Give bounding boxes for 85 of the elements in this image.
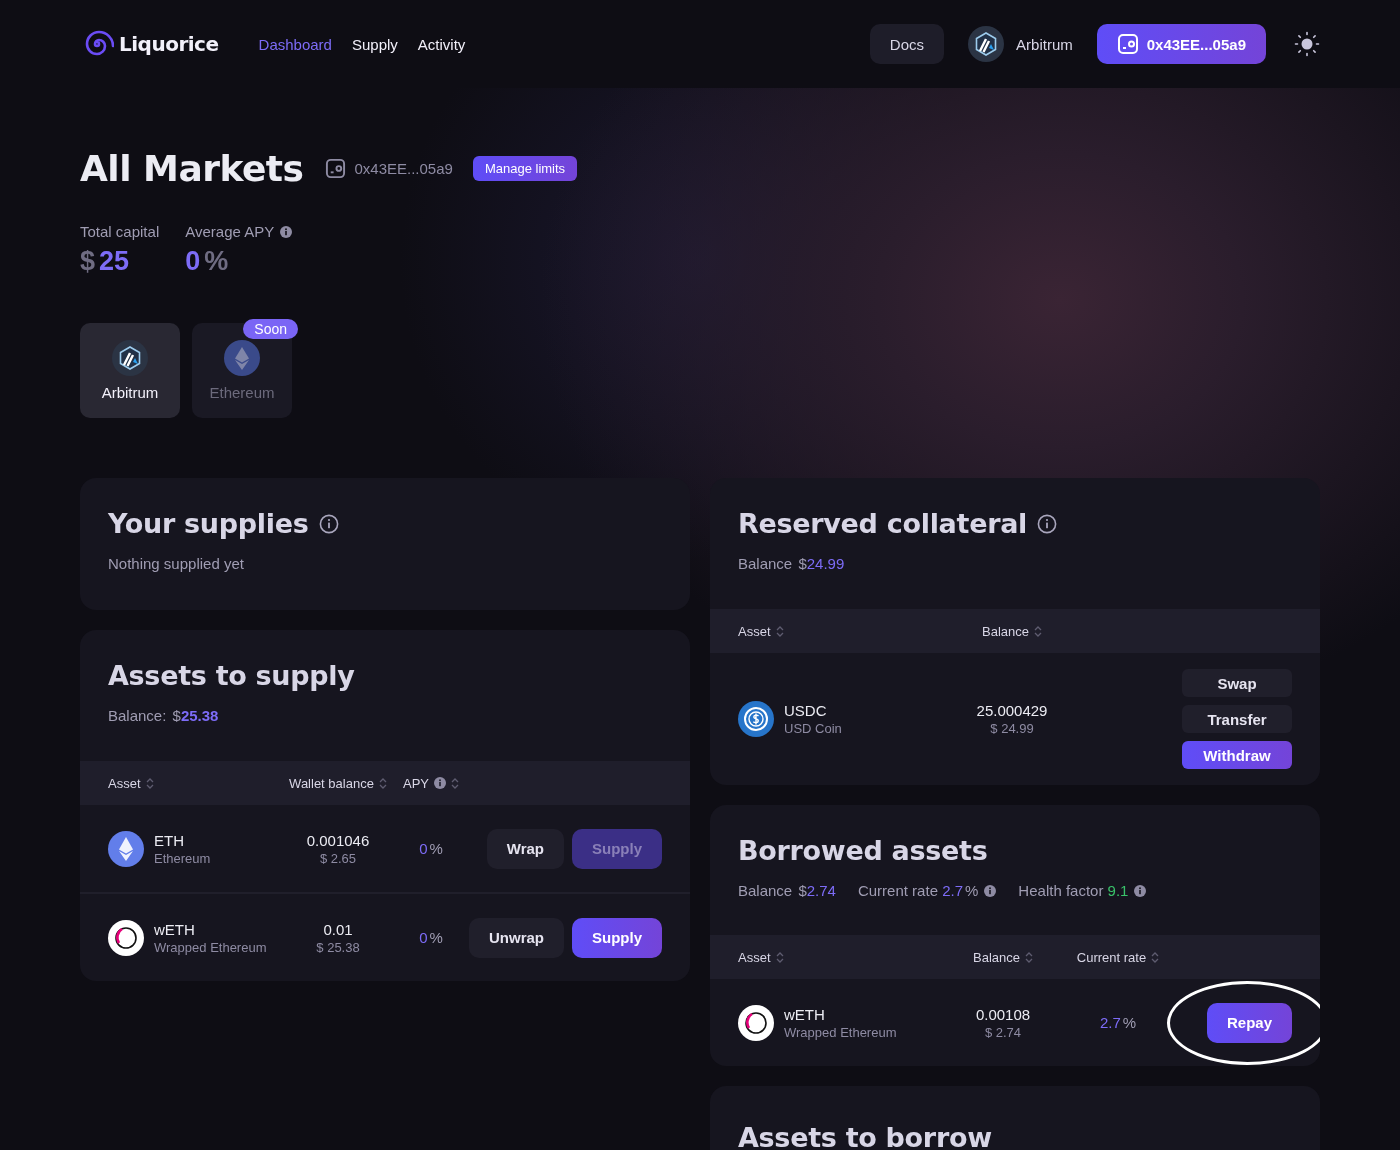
apy-value: 0% [419, 840, 443, 857]
column-header[interactable]: Current rate [1076, 949, 1147, 965]
stat-label: Average APY [185, 223, 275, 240]
sort-icon[interactable] [1034, 624, 1042, 638]
sun-icon[interactable] [1294, 31, 1320, 57]
network-card[interactable]: Arbitrum [80, 323, 180, 418]
asset-symbol: wETH [784, 1005, 826, 1023]
rate-value: 2.7% [1099, 1014, 1137, 1031]
column-header[interactable]: Asset [738, 949, 771, 965]
amount-value: 0.01 [323, 920, 353, 938]
info-icon[interactable] [984, 884, 997, 897]
column-header[interactable]: APY [403, 775, 429, 791]
brand-name: Liquorice [119, 32, 219, 56]
action-button[interactable]: Wrap [486, 828, 564, 869]
stat-label: Total capital [80, 223, 160, 240]
info-icon[interactable] [280, 225, 293, 238]
nav-link[interactable]: Dashboard [258, 35, 332, 53]
sort-icon[interactable] [1151, 950, 1160, 964]
stat-value: 0% [185, 246, 230, 277]
apy-value: 0% [419, 929, 443, 946]
dollar-coin-icon [738, 701, 774, 737]
sort-icon[interactable] [775, 624, 784, 638]
info-icon[interactable] [1134, 884, 1147, 897]
sort-icon[interactable] [378, 776, 387, 790]
soon-badge: Soon [243, 319, 298, 339]
balance-text: Balance $24.99 [738, 555, 845, 572]
repay-button[interactable]: Repay [1206, 1002, 1292, 1043]
wallet-icon [325, 158, 347, 179]
empty-message: Nothing supplied yet [108, 555, 245, 572]
asset-symbol: ETH [154, 831, 185, 849]
stat-text: Balance $2.74 [738, 882, 836, 899]
column-header[interactable]: Balance [982, 623, 1029, 639]
usd-value: $ 25.38 [316, 939, 360, 955]
amount-value: 25.000429 [976, 702, 1048, 719]
column-header[interactable]: Asset [738, 623, 771, 639]
network-name: Arbitrum [101, 384, 159, 401]
sort-icon[interactable] [1025, 950, 1033, 964]
action-button[interactable]: Withdraw [1182, 741, 1292, 769]
coin-logo-icon [108, 919, 144, 956]
nav-link[interactable]: Activity [417, 35, 466, 53]
hexagon-logo-icon [112, 340, 148, 376]
manage-limits-button[interactable]: Manage limits [472, 156, 578, 181]
info-icon[interactable] [1037, 513, 1058, 534]
info-icon[interactable] [434, 777, 446, 789]
asset-name: Ethereum [154, 850, 211, 866]
column-header[interactable]: Balance [973, 949, 1020, 965]
card-title: Reserved collateral [738, 508, 1028, 539]
action-button[interactable]: Transfer [1182, 705, 1292, 733]
card-title: Your supplies [108, 508, 309, 539]
card-title: Assets to borrow [738, 1122, 993, 1150]
card-title: Borrowed assets [738, 835, 989, 866]
asset-name: Wrapped Ethereum [784, 1024, 897, 1040]
action-button[interactable]: Swap [1182, 669, 1292, 697]
supply-button[interactable]: Supply [572, 917, 662, 958]
usd-value: $ 2.65 [319, 850, 357, 866]
wallet-icon [1116, 33, 1139, 55]
column-header[interactable]: Wallet balance [289, 775, 374, 791]
coin-logo-icon [738, 1004, 774, 1041]
usd-value: $ 2.74 [984, 1024, 1022, 1040]
asset-name: Wrapped Ethereum [154, 939, 267, 955]
asset-name: USD Coin [784, 721, 842, 736]
page-title: All Markets [80, 148, 304, 189]
network-name[interactable]: Arbitrum [1016, 35, 1073, 53]
stat-text: Current rate 2.7% [857, 882, 979, 899]
info-icon[interactable] [318, 513, 339, 534]
action-button[interactable]: Unwrap [468, 917, 564, 958]
hexagon-logo-icon [968, 26, 1005, 62]
sort-icon[interactable] [775, 950, 784, 964]
balance-text: Balance: $25.38 [108, 707, 219, 724]
stat-value: $25 [80, 246, 131, 277]
network-name: Ethereum [209, 384, 275, 401]
stat-text: Health factor 9.1 [1018, 882, 1129, 899]
amount-value: 0.001046 [306, 831, 370, 849]
nav-link[interactable]: Supply [351, 35, 398, 53]
asset-symbol: wETH [154, 920, 196, 938]
card-title: Assets to supply [108, 660, 356, 691]
usd-value: $ 24.99 [990, 721, 1034, 736]
sort-icon[interactable] [145, 776, 154, 790]
column-header[interactable]: Asset [108, 775, 141, 791]
amount-value: 0.00108 [975, 1005, 1031, 1023]
docs-button[interactable]: Docs [869, 24, 945, 64]
asset-symbol: USDC [784, 702, 828, 719]
wallet-address: 0x43EE...05a9 [354, 160, 453, 177]
wallet-button[interactable]: 0x43EE...05a9 [1096, 24, 1266, 64]
sort-icon[interactable] [451, 776, 459, 790]
